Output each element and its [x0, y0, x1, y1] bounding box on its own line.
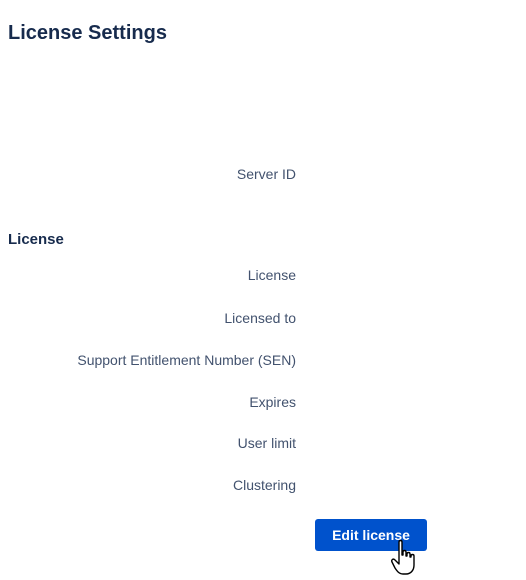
expires-label: Expires [249, 394, 296, 410]
license-section-heading: License [8, 231, 64, 248]
clustering-label: Clustering [232, 477, 296, 493]
page-title: License Settings [8, 22, 167, 44]
hand-pointer-icon [391, 539, 415, 575]
sen-label: Support Entitlement Number (SEN) [77, 352, 296, 368]
license-label: License [247, 267, 296, 283]
server-id-label: Server ID [236, 166, 296, 182]
user-limit-label: User limit [237, 435, 296, 451]
licensed-to-label: Licensed to [224, 310, 296, 326]
